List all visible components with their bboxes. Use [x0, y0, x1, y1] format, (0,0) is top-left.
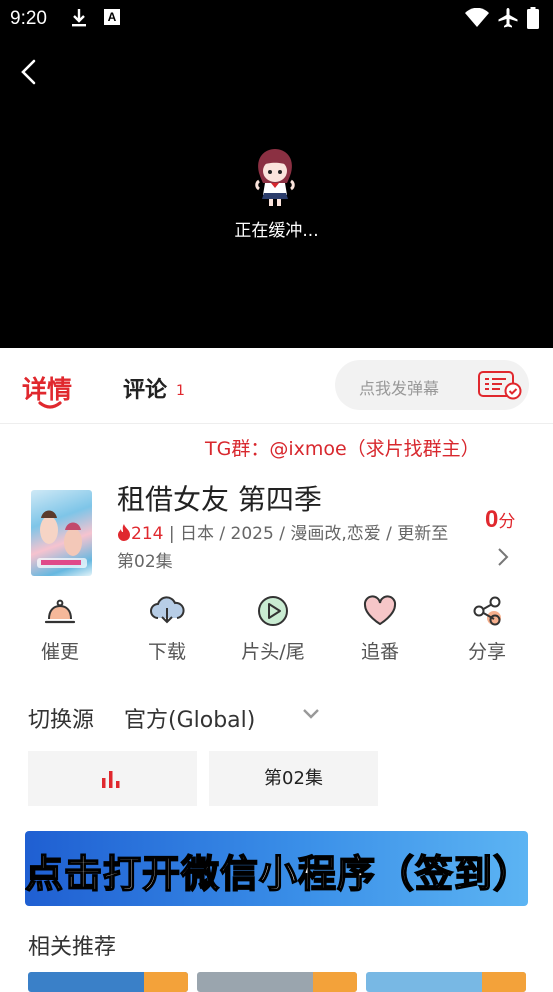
battery-icon [527, 7, 539, 29]
wifi-icon [465, 8, 489, 27]
active-tab-indicator [38, 401, 62, 409]
card-badge [144, 972, 188, 992]
chevron-right-icon[interactable] [494, 546, 512, 568]
bell-icon [44, 599, 76, 624]
play-circle-icon [258, 596, 288, 626]
danmaku-placeholder: 点我发弹幕 [359, 379, 440, 398]
anime-title: 租借女友 第四季 [117, 483, 322, 516]
cloud-download-icon [150, 596, 185, 624]
share-button[interactable]: 分享 [437, 594, 537, 664]
anime-meta: 214 | 日本 / 2025 / 漫画改,恋爱 / 更新至第02集 [117, 520, 462, 576]
back-icon[interactable] [16, 58, 44, 86]
anime-poster [31, 490, 92, 576]
action-label: 分享 [467, 641, 506, 663]
status-bar: 9:20 A [0, 0, 553, 38]
buffering-mascot-icon [255, 149, 295, 206]
recommend-title: 相关推荐 [28, 935, 117, 960]
anime-meta-text: | 日本 / 2025 / 漫画改,恋爱 / 更新至第02集 [117, 524, 449, 572]
episode-button-playing[interactable] [28, 751, 197, 806]
share-icon [473, 596, 501, 626]
video-player[interactable]: 9:20 A 正在缓冲... [0, 0, 553, 348]
action-label: 片头/尾 [241, 641, 305, 663]
tg-group-notice[interactable]: TG群：@ixmoe（求片找群主） [205, 434, 480, 461]
tab-comments[interactable]: 评论 [123, 372, 167, 404]
download-status-icon [72, 9, 86, 27]
episode-button[interactable]: 第02集 [209, 751, 378, 806]
remind-update-button[interactable]: 催更 [10, 594, 110, 664]
fire-icon [118, 524, 130, 541]
action-label: 催更 [40, 641, 79, 663]
status-time: 9:20 [10, 8, 47, 29]
chevron-down-icon[interactable] [301, 704, 321, 724]
danmaku-input[interactable]: 点我发弹幕 [335, 360, 529, 410]
follow-button[interactable]: 追番 [330, 594, 430, 664]
recommend-card[interactable] [28, 972, 188, 992]
banner-text: 点击打开微信小程序（签到） [25, 851, 528, 897]
recommend-card[interactable] [366, 972, 526, 992]
action-label: 追番 [360, 641, 399, 663]
recommend-card[interactable] [197, 972, 357, 992]
skip-intro-outro-button[interactable]: 片头/尾 [223, 594, 323, 664]
airplane-mode-icon [498, 8, 518, 28]
app-status-icon: A [104, 9, 120, 25]
score-unit: 分 [498, 512, 516, 532]
download-button[interactable]: 下载 [117, 594, 217, 664]
card-badge [482, 972, 526, 992]
danmaku-settings-icon[interactable] [477, 370, 523, 400]
score: 0分 [485, 506, 515, 534]
heat-count: 214 [131, 524, 164, 544]
heart-icon [363, 595, 397, 626]
source-label: 切换源 [28, 708, 95, 733]
source-select[interactable]: 官方(Global) [124, 702, 255, 734]
mini-program-banner[interactable]: 点击打开微信小程序（签到） [25, 831, 528, 906]
playing-bars-icon [102, 771, 120, 788]
action-label: 下载 [147, 641, 186, 663]
comments-count: 1 [176, 383, 185, 399]
action-row: 催更 下载 片头/尾 追番 分享 [0, 594, 553, 674]
buffering-text: 正在缓冲... [234, 221, 319, 241]
card-badge [313, 972, 357, 992]
score-value: 0 [485, 506, 499, 533]
